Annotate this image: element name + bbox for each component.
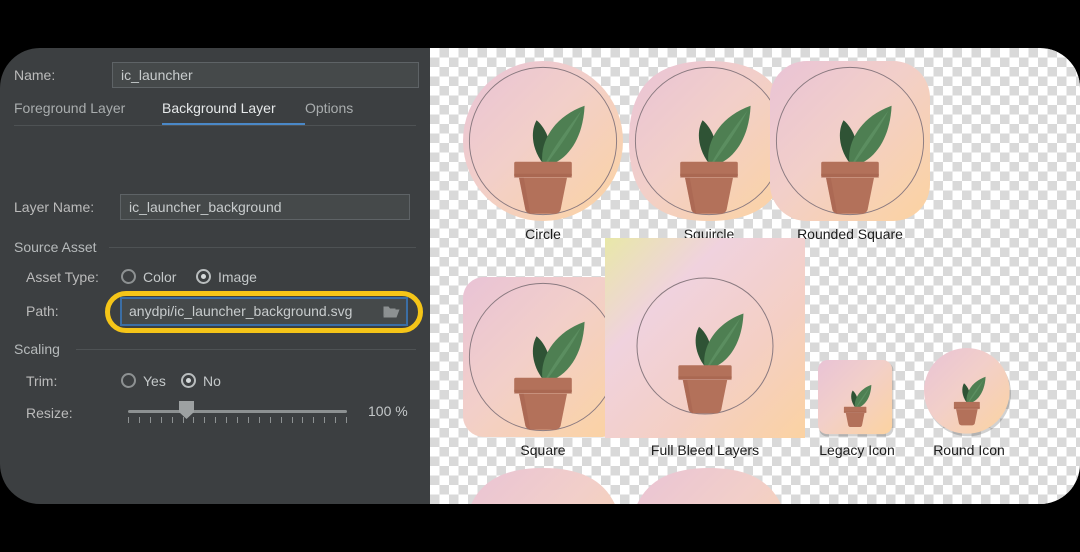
slider-tick	[138, 417, 140, 423]
radio-label-color: Color	[143, 269, 177, 285]
folder-icon[interactable]	[383, 305, 400, 318]
slider-tick	[171, 417, 173, 423]
slider-tick	[291, 417, 293, 423]
name-row: Name: ic_launcher	[0, 62, 430, 88]
tab-background-layer[interactable]: Background Layer	[162, 93, 276, 124]
preview-icon-rounded-square[interactable]	[770, 61, 930, 221]
app-window: Name: ic_launcher Foreground Layer Backg…	[0, 48, 1080, 504]
preview-icon-circle[interactable]	[463, 61, 623, 221]
layer-name-input[interactable]: ic_launcher_background	[120, 194, 410, 220]
preview-icon-round[interactable]	[924, 348, 1014, 438]
radio-label-yes: Yes	[143, 373, 166, 389]
tab-options[interactable]: Options	[305, 93, 353, 124]
preview-icon-full-bleed[interactable]	[605, 238, 805, 438]
radio-asset-type-color[interactable]	[121, 269, 136, 284]
preview-icon-next-row[interactable]	[629, 468, 789, 504]
slider-tick	[204, 417, 206, 423]
layer-name-label: Layer Name:	[14, 199, 95, 215]
scaling-section-header: Scaling	[14, 340, 416, 358]
icon-preview-area: Circle Squircle Rounded Square Square Fu…	[430, 48, 1080, 504]
slider-tick	[324, 417, 326, 423]
slider-tick	[313, 417, 315, 423]
path-input[interactable]: anydpi/ic_launcher_background.svg	[120, 297, 408, 326]
preview-icon-next-row[interactable]	[463, 468, 623, 504]
path-label: Path:	[26, 303, 59, 319]
slider-tick	[346, 417, 347, 423]
preview-icon-square[interactable]	[463, 277, 623, 437]
trim-label: Trim:	[26, 373, 58, 389]
radio-asset-type-image[interactable]	[196, 269, 211, 284]
preview-label-full-bleed: Full Bleed Layers	[650, 442, 760, 458]
resize-label: Resize:	[26, 405, 73, 421]
preview-icon-squircle[interactable]	[629, 61, 789, 221]
radio-trim-no[interactable]	[181, 373, 196, 388]
slider-tick	[302, 417, 304, 423]
radio-trim-yes[interactable]	[121, 373, 136, 388]
radio-label-no: No	[203, 373, 221, 389]
slider-tick	[335, 417, 337, 423]
source-asset-label: Source Asset	[14, 239, 97, 255]
resize-slider-ticks	[128, 417, 347, 424]
section-divider	[76, 349, 416, 350]
preview-icon-legacy[interactable]	[818, 360, 896, 438]
slider-tick	[237, 417, 238, 423]
scaling-label: Scaling	[14, 341, 60, 357]
name-input[interactable]: ic_launcher	[112, 62, 419, 88]
asset-type-label: Asset Type:	[26, 269, 99, 285]
tabs-divider	[14, 125, 416, 126]
name-label: Name:	[14, 67, 56, 83]
preview-label-circle: Circle	[525, 226, 561, 242]
source-asset-section-header: Source Asset	[14, 238, 416, 256]
slider-tick	[128, 417, 129, 423]
layer-name-row: Layer Name: ic_launcher_background	[0, 194, 430, 220]
preview-label-round: Round Icon	[933, 442, 1005, 458]
tab-foreground-layer[interactable]: Foreground Layer	[14, 93, 125, 124]
resize-slider-thumb[interactable]	[178, 400, 195, 420]
resize-slider-track[interactable]	[128, 410, 347, 413]
preview-label-square: Square	[520, 442, 566, 458]
config-panel: Name: ic_launcher Foreground Layer Backg…	[0, 48, 430, 504]
slider-tick	[226, 417, 228, 423]
layer-tabs: Foreground Layer Background Layer Option…	[14, 93, 416, 126]
slider-tick	[258, 417, 260, 423]
section-divider	[109, 247, 416, 248]
asset-type-row: Asset Type: Color Image	[0, 264, 430, 290]
resize-value: 100 %	[368, 403, 408, 419]
radio-label-image: Image	[218, 269, 257, 285]
slider-tick	[269, 417, 271, 423]
trim-row: Trim: Yes No	[0, 368, 430, 394]
path-input-value: anydpi/ic_launcher_background.svg	[129, 303, 353, 319]
preview-label-legacy: Legacy Icon	[819, 442, 895, 458]
slider-tick	[280, 417, 282, 423]
slider-tick	[215, 417, 217, 423]
slider-tick	[149, 417, 151, 423]
slider-tick	[247, 417, 249, 423]
slider-tick	[160, 417, 162, 423]
